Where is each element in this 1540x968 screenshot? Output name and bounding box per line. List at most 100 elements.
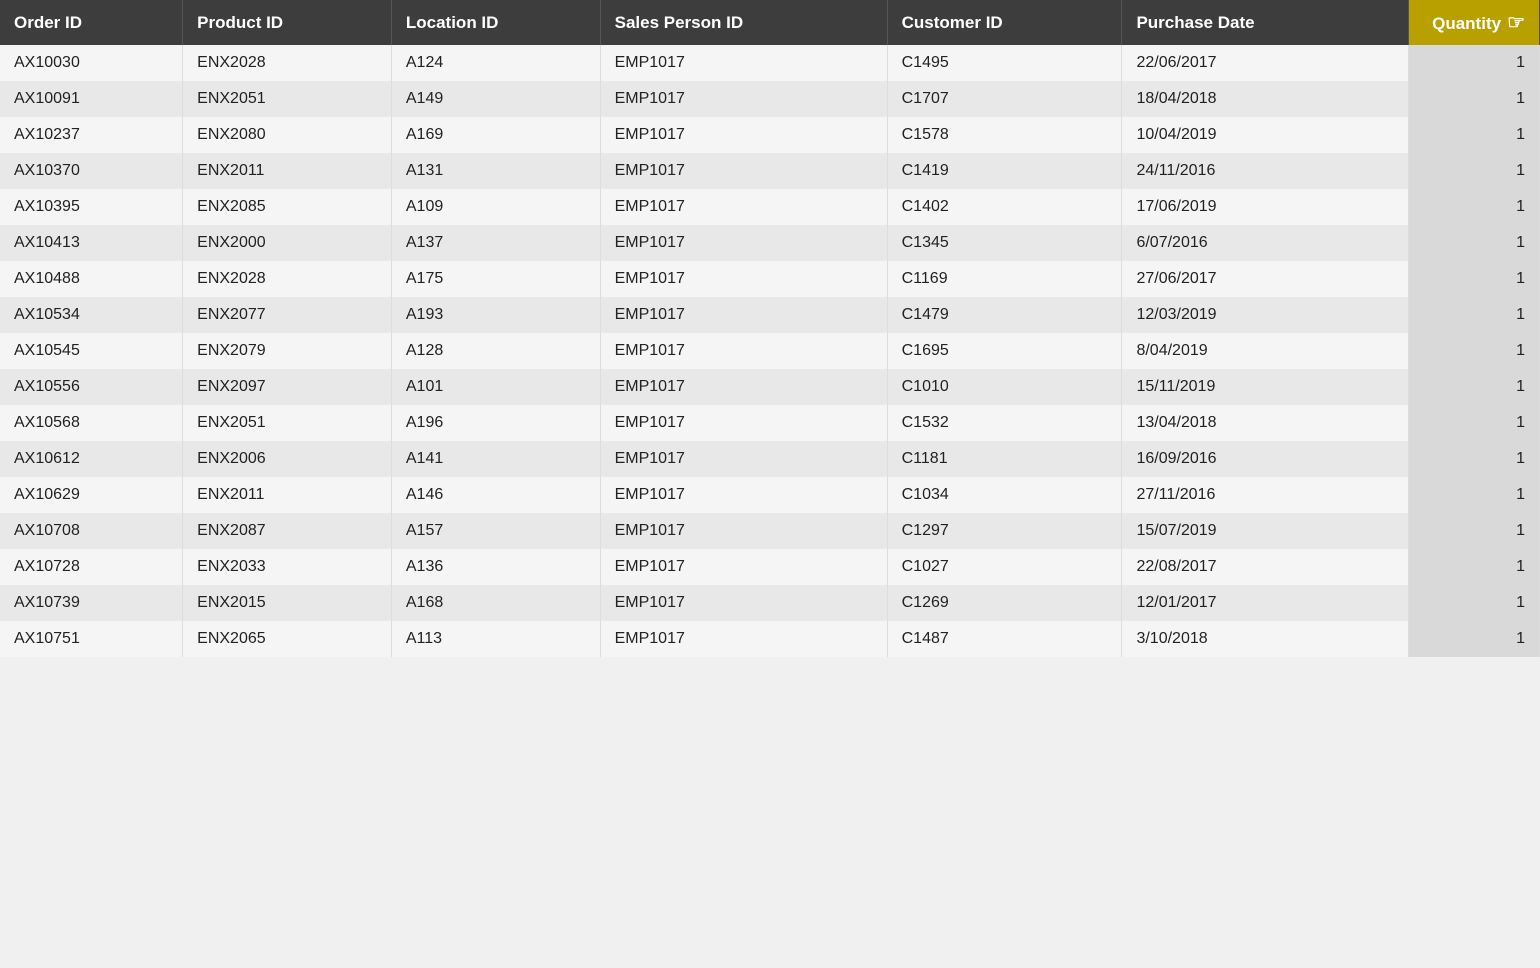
table-row[interactable]: AX10091ENX2051A149EMP1017C170718/04/2018…: [0, 81, 1540, 117]
cell-product_id: ENX2015: [183, 585, 392, 621]
table-row[interactable]: AX10739ENX2015A168EMP1017C126912/01/2017…: [0, 585, 1540, 621]
cell-order_id: AX10612: [0, 441, 183, 477]
cell-customer_id: C1532: [887, 405, 1122, 441]
cell-location_id: A193: [391, 297, 600, 333]
cell-customer_id: C1402: [887, 189, 1122, 225]
cell-product_id: ENX2033: [183, 549, 392, 585]
cell-sales_person_id: EMP1017: [600, 81, 887, 117]
cell-location_id: A128: [391, 333, 600, 369]
cell-order_id: AX10488: [0, 261, 183, 297]
cell-location_id: A149: [391, 81, 600, 117]
cell-purchase_date: 18/04/2018: [1122, 81, 1409, 117]
data-table: Order ID Product ID Location ID Sales Pe…: [0, 0, 1540, 657]
cell-product_id: ENX2051: [183, 81, 392, 117]
cell-purchase_date: 13/04/2018: [1122, 405, 1409, 441]
cell-order_id: AX10237: [0, 117, 183, 153]
table-row[interactable]: AX10488ENX2028A175EMP1017C116927/06/2017…: [0, 261, 1540, 297]
cell-sales_person_id: EMP1017: [600, 261, 887, 297]
table-body: AX10030ENX2028A124EMP1017C149522/06/2017…: [0, 45, 1540, 657]
cell-customer_id: C1578: [887, 117, 1122, 153]
table-row[interactable]: AX10728ENX2033A136EMP1017C102722/08/2017…: [0, 549, 1540, 585]
cell-order_id: AX10739: [0, 585, 183, 621]
table-row[interactable]: AX10556ENX2097A101EMP1017C101015/11/2019…: [0, 369, 1540, 405]
cell-customer_id: C1027: [887, 549, 1122, 585]
cell-quantity: 1: [1409, 297, 1540, 333]
table-row[interactable]: AX10237ENX2080A169EMP1017C157810/04/2019…: [0, 117, 1540, 153]
cell-product_id: ENX2065: [183, 621, 392, 657]
cell-product_id: ENX2079: [183, 333, 392, 369]
table-row[interactable]: AX10395ENX2085A109EMP1017C140217/06/2019…: [0, 189, 1540, 225]
cell-location_id: A113: [391, 621, 600, 657]
cell-order_id: AX10751: [0, 621, 183, 657]
cell-customer_id: C1181: [887, 441, 1122, 477]
cell-order_id: AX10708: [0, 513, 183, 549]
cell-purchase_date: 15/07/2019: [1122, 513, 1409, 549]
cell-sales_person_id: EMP1017: [600, 441, 887, 477]
cell-location_id: A137: [391, 225, 600, 261]
cell-sales_person_id: EMP1017: [600, 333, 887, 369]
cell-purchase_date: 6/07/2016: [1122, 225, 1409, 261]
cell-customer_id: C1169: [887, 261, 1122, 297]
cell-product_id: ENX2011: [183, 153, 392, 189]
cell-purchase_date: 24/11/2016: [1122, 153, 1409, 189]
header-product-id[interactable]: Product ID: [183, 0, 392, 45]
cell-order_id: AX10629: [0, 477, 183, 513]
cell-quantity: 1: [1409, 45, 1540, 81]
table-row[interactable]: AX10708ENX2087A157EMP1017C129715/07/2019…: [0, 513, 1540, 549]
cell-location_id: A101: [391, 369, 600, 405]
cell-location_id: A109: [391, 189, 600, 225]
cell-quantity: 1: [1409, 585, 1540, 621]
cell-location_id: A146: [391, 477, 600, 513]
cell-customer_id: C1297: [887, 513, 1122, 549]
cell-product_id: ENX2085: [183, 189, 392, 225]
cell-quantity: 1: [1409, 261, 1540, 297]
table-row[interactable]: AX10370ENX2011A131EMP1017C141924/11/2016…: [0, 153, 1540, 189]
cell-product_id: ENX2028: [183, 261, 392, 297]
cell-quantity: 1: [1409, 369, 1540, 405]
cell-purchase_date: 22/06/2017: [1122, 45, 1409, 81]
header-sales-person-id[interactable]: Sales Person ID: [600, 0, 887, 45]
cell-purchase_date: 15/11/2019: [1122, 369, 1409, 405]
cell-sales_person_id: EMP1017: [600, 297, 887, 333]
cell-location_id: A168: [391, 585, 600, 621]
cell-customer_id: C1495: [887, 45, 1122, 81]
cell-location_id: A157: [391, 513, 600, 549]
cell-customer_id: C1345: [887, 225, 1122, 261]
cell-customer_id: C1695: [887, 333, 1122, 369]
header-order-id[interactable]: Order ID: [0, 0, 183, 45]
cell-customer_id: C1010: [887, 369, 1122, 405]
cell-product_id: ENX2087: [183, 513, 392, 549]
cell-location_id: A169: [391, 117, 600, 153]
cell-customer_id: C1487: [887, 621, 1122, 657]
cell-location_id: A136: [391, 549, 600, 585]
header-customer-id[interactable]: Customer ID: [887, 0, 1122, 45]
cell-sales_person_id: EMP1017: [600, 477, 887, 513]
cell-sales_person_id: EMP1017: [600, 153, 887, 189]
cell-location_id: A196: [391, 405, 600, 441]
table-row[interactable]: AX10568ENX2051A196EMP1017C153213/04/2018…: [0, 405, 1540, 441]
header-purchase-date[interactable]: Purchase Date: [1122, 0, 1409, 45]
cell-order_id: AX10568: [0, 405, 183, 441]
table-row[interactable]: AX10413ENX2000A137EMP1017C13456/07/20161: [0, 225, 1540, 261]
table-row[interactable]: AX10545ENX2079A128EMP1017C16958/04/20191: [0, 333, 1540, 369]
table-row[interactable]: AX10534ENX2077A193EMP1017C147912/03/2019…: [0, 297, 1540, 333]
cell-customer_id: C1269: [887, 585, 1122, 621]
table-row[interactable]: AX10612ENX2006A141EMP1017C118116/09/2016…: [0, 441, 1540, 477]
cell-sales_person_id: EMP1017: [600, 225, 887, 261]
cell-order_id: AX10556: [0, 369, 183, 405]
table-row[interactable]: AX10629ENX2011A146EMP1017C103427/11/2016…: [0, 477, 1540, 513]
cell-sales_person_id: EMP1017: [600, 117, 887, 153]
table-row[interactable]: AX10751ENX2065A113EMP1017C14873/10/20181: [0, 621, 1540, 657]
cell-sales_person_id: EMP1017: [600, 549, 887, 585]
cell-quantity: 1: [1409, 81, 1540, 117]
header-location-id[interactable]: Location ID: [391, 0, 600, 45]
cell-order_id: AX10370: [0, 153, 183, 189]
cell-quantity: 1: [1409, 225, 1540, 261]
cell-order_id: AX10091: [0, 81, 183, 117]
cell-location_id: A131: [391, 153, 600, 189]
cell-order_id: AX10534: [0, 297, 183, 333]
header-quantity[interactable]: Quantity☞: [1409, 0, 1540, 45]
table-row[interactable]: AX10030ENX2028A124EMP1017C149522/06/2017…: [0, 45, 1540, 81]
cell-product_id: ENX2077: [183, 297, 392, 333]
cell-purchase_date: 3/10/2018: [1122, 621, 1409, 657]
